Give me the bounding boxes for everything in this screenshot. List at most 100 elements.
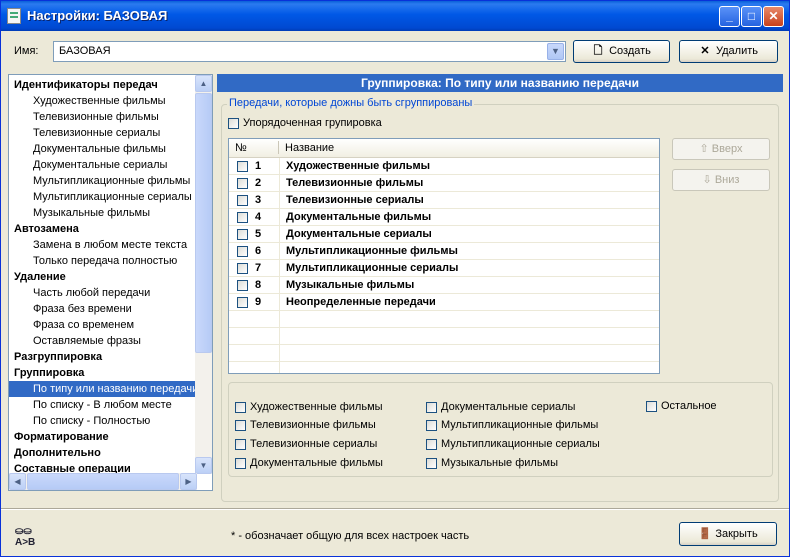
row-checkbox[interactable]	[237, 297, 248, 308]
list-header: № Название	[229, 139, 659, 158]
column-number-header[interactable]: №	[235, 142, 247, 154]
tree-item[interactable]: Фраза без времени	[33, 301, 132, 317]
tree-item[interactable]: Музыкальные фильмы	[33, 205, 150, 221]
table-row[interactable]: 3 Телевизионные сериалы	[229, 192, 659, 209]
category-checkbox[interactable]: Мультипликационные сериалы	[426, 438, 600, 450]
close-button[interactable]: 🚪 Закрыть	[679, 522, 777, 546]
table-row[interactable]: 6 Мультипликационные фильмы	[229, 243, 659, 260]
ordered-grouping-box[interactable]	[228, 117, 239, 129]
ordered-grouping-checkbox[interactable]: Упорядоченная групировка	[228, 117, 382, 129]
close-button-label: Закрыть	[715, 528, 758, 540]
minimize-button[interactable]: _	[719, 6, 740, 27]
row-checkbox[interactable]	[237, 246, 248, 257]
table-row	[229, 345, 659, 362]
tree-item[interactable]: По списку - В любом месте	[33, 397, 172, 413]
category-box[interactable]	[235, 401, 246, 413]
settings-tree[interactable]: Идентификаторы передач Художественные фил…	[8, 74, 213, 491]
category-label: Телевизионные сериалы	[250, 438, 378, 450]
row-divider	[279, 362, 280, 373]
tree-item[interactable]: Мультипликационные сериалы	[33, 189, 192, 205]
new-document-icon: 🗋	[593, 45, 603, 57]
tree-item[interactable]: Замена в любом месте текста	[33, 237, 187, 253]
category-checkbox[interactable]: Художественные фильмы	[235, 401, 383, 413]
tree-item[interactable]: Часть любой передачи	[33, 285, 150, 301]
tree-item[interactable]: Фраза со временем	[33, 317, 134, 333]
title-bar[interactable]: Настройки: БАЗОВАЯ _ □ ✕	[1, 1, 789, 31]
binoculars-icon[interactable]: ⛀⛀ A>B	[15, 526, 35, 548]
row-divider	[279, 260, 280, 277]
scroll-down-icon[interactable]: ▼	[195, 457, 212, 474]
tree-group[interactable]: Группировка	[14, 365, 84, 381]
row-checkbox[interactable]	[237, 229, 248, 240]
tree-item[interactable]: Художественные фильмы	[33, 93, 166, 109]
header-divider	[278, 141, 279, 154]
profile-name-combo[interactable]: БАЗОВАЯ ▼	[53, 41, 566, 62]
row-checkbox[interactable]	[237, 178, 248, 189]
delete-button-label: Удалить	[716, 45, 758, 57]
row-checkbox[interactable]	[237, 161, 248, 172]
move-up-button[interactable]: ⇧ Вверх	[672, 138, 770, 160]
tree-horizontal-scrollbar[interactable]: ◀ ▶	[9, 473, 197, 490]
tree-item[interactable]: Мультипликационные фильмы	[33, 173, 190, 189]
category-checkbox[interactable]: Документальные сериалы	[426, 401, 575, 413]
tree-vertical-thumb[interactable]	[195, 93, 212, 353]
tree-item[interactable]: По типу или названию передачи	[9, 381, 198, 397]
tree-item[interactable]: Оставляемые фразы	[33, 333, 141, 349]
row-checkbox[interactable]	[237, 195, 248, 206]
row-divider	[279, 328, 280, 345]
close-window-button[interactable]: ✕	[763, 6, 784, 27]
table-row	[229, 328, 659, 345]
tree-item[interactable]: Телевизионные сериалы	[33, 125, 160, 141]
tree-group[interactable]: Удаление	[14, 269, 66, 285]
scroll-up-icon[interactable]: ▲	[195, 75, 212, 92]
tree-vertical-scrollbar[interactable]: ▲ ▼	[195, 75, 212, 474]
move-down-button[interactable]: ⇩ Вниз	[672, 169, 770, 191]
category-checkbox[interactable]: Телевизионные сериалы	[235, 438, 377, 450]
table-row[interactable]: 2 Телевизионные фильмы	[229, 175, 659, 192]
window-title: Настройки: БАЗОВАЯ	[27, 8, 168, 23]
table-row[interactable]: 4 Документальные фильмы	[229, 209, 659, 226]
tree-group[interactable]: Дополнительно	[14, 445, 101, 461]
tree-item[interactable]: Телевизионные фильмы	[33, 109, 159, 125]
tree-group[interactable]: Автозамена	[14, 221, 79, 237]
category-box[interactable]	[426, 438, 437, 450]
table-row[interactable]: 8 Музыкальные фильмы	[229, 277, 659, 294]
category-box[interactable]	[235, 438, 246, 450]
delete-button[interactable]: ✕ Удалить	[679, 40, 778, 63]
category-box[interactable]	[235, 419, 246, 431]
table-row[interactable]: 9 Неопределенные передачи	[229, 294, 659, 311]
category-checkbox[interactable]: Телевизионные фильмы	[235, 419, 376, 431]
tree-group[interactable]: Разгруппировка	[14, 349, 102, 365]
row-checkbox[interactable]	[237, 280, 248, 291]
category-checkbox[interactable]: Остальное	[646, 400, 717, 412]
tree-horizontal-thumb[interactable]	[27, 473, 179, 490]
tree-group[interactable]: Идентификаторы передач	[14, 77, 158, 93]
tree-item[interactable]: Только передача полностью	[33, 253, 177, 269]
category-box[interactable]	[646, 400, 657, 412]
tree-item[interactable]: По списку - Полностью	[33, 413, 150, 429]
row-checkbox[interactable]	[237, 263, 248, 274]
maximize-button[interactable]: □	[741, 6, 762, 27]
table-row[interactable]: 5 Документальные сериалы	[229, 226, 659, 243]
column-name-header[interactable]: Название	[285, 142, 334, 154]
create-button[interactable]: 🗋 Создать	[573, 40, 670, 63]
tree-item[interactable]: Документальные сериалы	[33, 157, 167, 173]
program-list[interactable]: № Название 1 Художественные фильмы 2 Телеви…	[228, 138, 660, 374]
chevron-down-icon[interactable]: ▼	[547, 43, 564, 60]
row-divider	[279, 192, 280, 209]
row-number: 8	[255, 279, 262, 291]
table-row[interactable]: 1 Художественные фильмы	[229, 158, 659, 175]
tree-item[interactable]: Документальные фильмы	[33, 141, 166, 157]
category-checkbox[interactable]: Музыкальные фильмы	[426, 457, 558, 469]
table-row[interactable]: 7 Мультипликационные сериалы	[229, 260, 659, 277]
category-box[interactable]	[235, 457, 246, 469]
category-box[interactable]	[426, 457, 437, 469]
scroll-right-icon[interactable]: ▶	[180, 473, 197, 490]
scroll-left-icon[interactable]: ◀	[9, 473, 26, 490]
category-box[interactable]	[426, 419, 437, 431]
category-checkbox[interactable]: Мультипликационные фильмы	[426, 419, 598, 431]
row-checkbox[interactable]	[237, 212, 248, 223]
category-box[interactable]	[426, 401, 437, 413]
tree-group[interactable]: Форматирование	[14, 429, 109, 445]
category-checkbox[interactable]: Документальные фильмы	[235, 457, 383, 469]
